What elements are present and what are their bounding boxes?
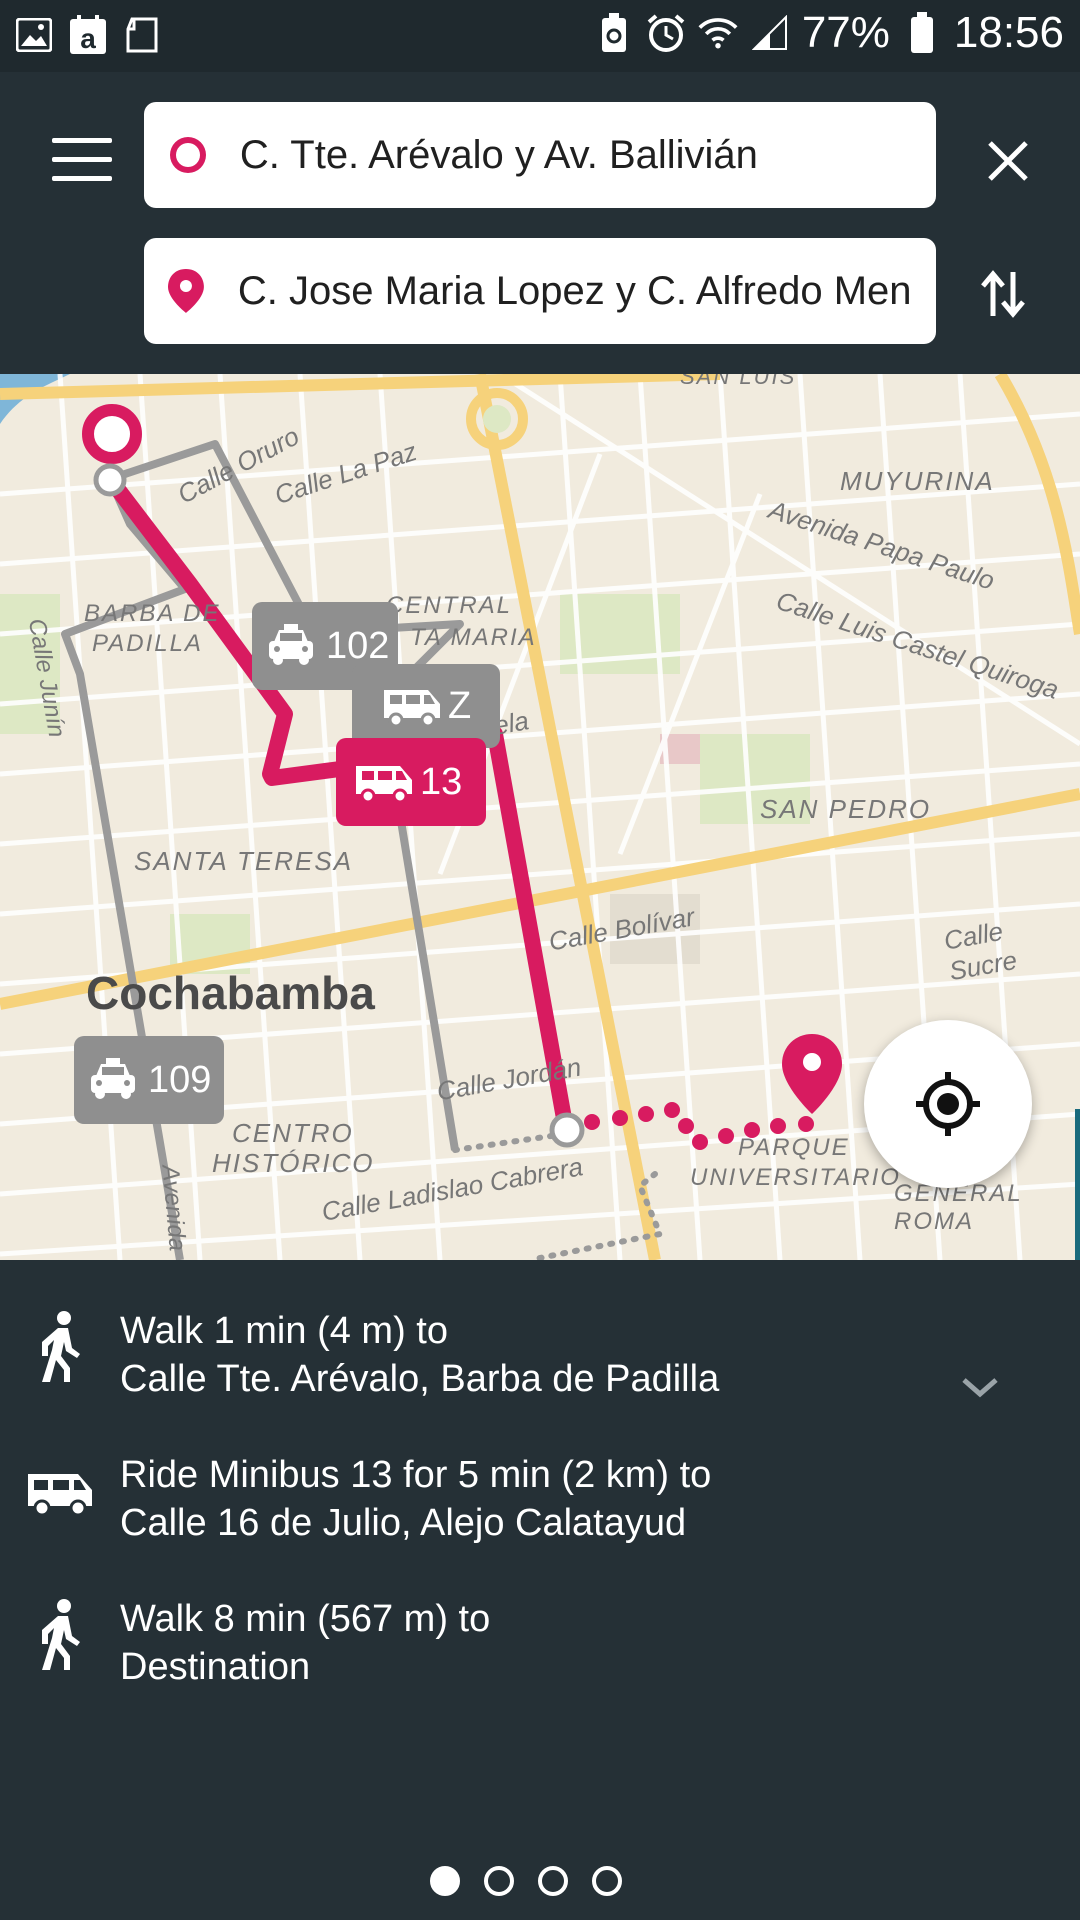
step-secondary-text: Calle Tte. Arévalo, Barba de Padilla (120, 1358, 720, 1400)
page-dot-1[interactable] (430, 1866, 460, 1896)
close-icon (988, 141, 1028, 181)
battery-percent: 77% (801, 8, 890, 57)
svg-text:a: a (80, 23, 96, 54)
status-bar: a 77% 18:56 (0, 0, 1080, 72)
page-indicator (430, 1866, 622, 1896)
recycle-battery-icon (594, 12, 634, 54)
walk-icon (28, 1598, 92, 1678)
route-badge-label: 109 (148, 1058, 212, 1101)
district-label: BARBA DE (84, 600, 221, 627)
step-primary-text: Ride Minibus 13 for 5 min (2 km) to (120, 1454, 712, 1496)
map-origin-marker (82, 404, 142, 464)
taxi-icon (269, 624, 313, 665)
district-label: SAN PEDRO (760, 794, 932, 824)
origin-marker-icon (170, 137, 206, 173)
swap-arrows-icon (981, 270, 1025, 318)
step-walk-1[interactable]: Walk 1 min (4 m) to Calle Tte. Arévalo, … (0, 1310, 1080, 1420)
district-label: PARQUE (738, 1134, 850, 1161)
step-secondary-text: Destination (120, 1646, 311, 1688)
destination-field[interactable]: C. Jose Maria Lopez y C. Alfredo Men (144, 238, 936, 344)
district-label: CENTRO (232, 1118, 354, 1148)
alarm-icon (646, 12, 686, 54)
route-badge-label: 102 (326, 624, 390, 667)
taxi-icon (91, 1058, 135, 1099)
origin-field[interactable]: C. Tte. Arévalo y Av. Ballivián (144, 102, 936, 208)
district-label: MUYURINA (840, 466, 995, 496)
district-label: UNIVERSITARIO (690, 1164, 901, 1191)
page-dot-2[interactable] (484, 1866, 514, 1896)
district-label: PADILLA (92, 630, 203, 657)
page-dot-3[interactable] (538, 1866, 568, 1896)
menu-icon (52, 138, 112, 143)
clock: 18:56 (953, 8, 1064, 57)
minibus-icon (384, 690, 440, 728)
route-badge-label: 13 (420, 760, 463, 803)
wifi-icon (698, 12, 738, 54)
route-badge-z[interactable]: Z (352, 664, 500, 748)
route-badge-label: Z (448, 684, 472, 727)
district-label: HISTÓRICO (212, 1148, 375, 1178)
step-secondary-text: Calle 16 de Julio, Alejo Calatayud (120, 1502, 687, 1544)
route-search-header: C. Tte. Arévalo y Av. Ballivián C. Jose … (0, 72, 1080, 374)
destination-pin-icon (167, 269, 204, 313)
signal-icon (750, 12, 790, 54)
page-dot-4[interactable] (592, 1866, 622, 1896)
destination-text: C. Jose Maria Lopez y C. Alfredo Men (237, 268, 912, 313)
amazon-icon: a (68, 14, 108, 56)
directions-panel[interactable]: Walk 1 min (4 m) to Calle Tte. Arévalo, … (0, 1260, 1080, 1920)
battery-icon (902, 12, 942, 54)
my-location-button[interactable] (864, 1020, 1032, 1188)
district-label: TA MARIA (410, 624, 537, 651)
map-destination-pin (782, 1034, 842, 1114)
route-badge-109[interactable]: 109 (74, 1036, 224, 1124)
map-scroll-indicator (1075, 1109, 1080, 1260)
origin-text: C. Tte. Arévalo y Av. Ballivián (239, 132, 758, 177)
sd-card-icon (122, 14, 162, 56)
step-primary-text: Walk 1 min (4 m) to (120, 1310, 448, 1352)
step-primary-text: Walk 8 min (567 m) to (120, 1598, 491, 1640)
crosshair-icon (916, 1072, 980, 1136)
district-label: CENTRAL (386, 592, 513, 619)
close-button[interactable] (978, 134, 1038, 194)
walk-icon (28, 1310, 92, 1390)
district-label: GENERAL ROMA (894, 1180, 1023, 1235)
swap-button[interactable] (980, 268, 1040, 328)
step-walk-2[interactable]: Walk 8 min (567 m) to Destination (0, 1598, 1080, 1708)
chevron-down-icon (962, 1378, 998, 1398)
expand-button[interactable] (958, 1372, 1002, 1402)
minibus-icon (356, 766, 412, 804)
city-label: Cochabamba (86, 967, 375, 1019)
district-label: SAN LUIS (680, 374, 797, 389)
menu-button[interactable] (52, 138, 112, 182)
step-ride-minibus[interactable]: Ride Minibus 13 for 5 min (2 km) to Call… (0, 1454, 1080, 1564)
route-badge-13[interactable]: 13 (336, 738, 486, 826)
district-label: SANTA TERESA (134, 846, 354, 876)
minibus-icon (28, 1454, 92, 1534)
gallery-icon (14, 14, 54, 56)
